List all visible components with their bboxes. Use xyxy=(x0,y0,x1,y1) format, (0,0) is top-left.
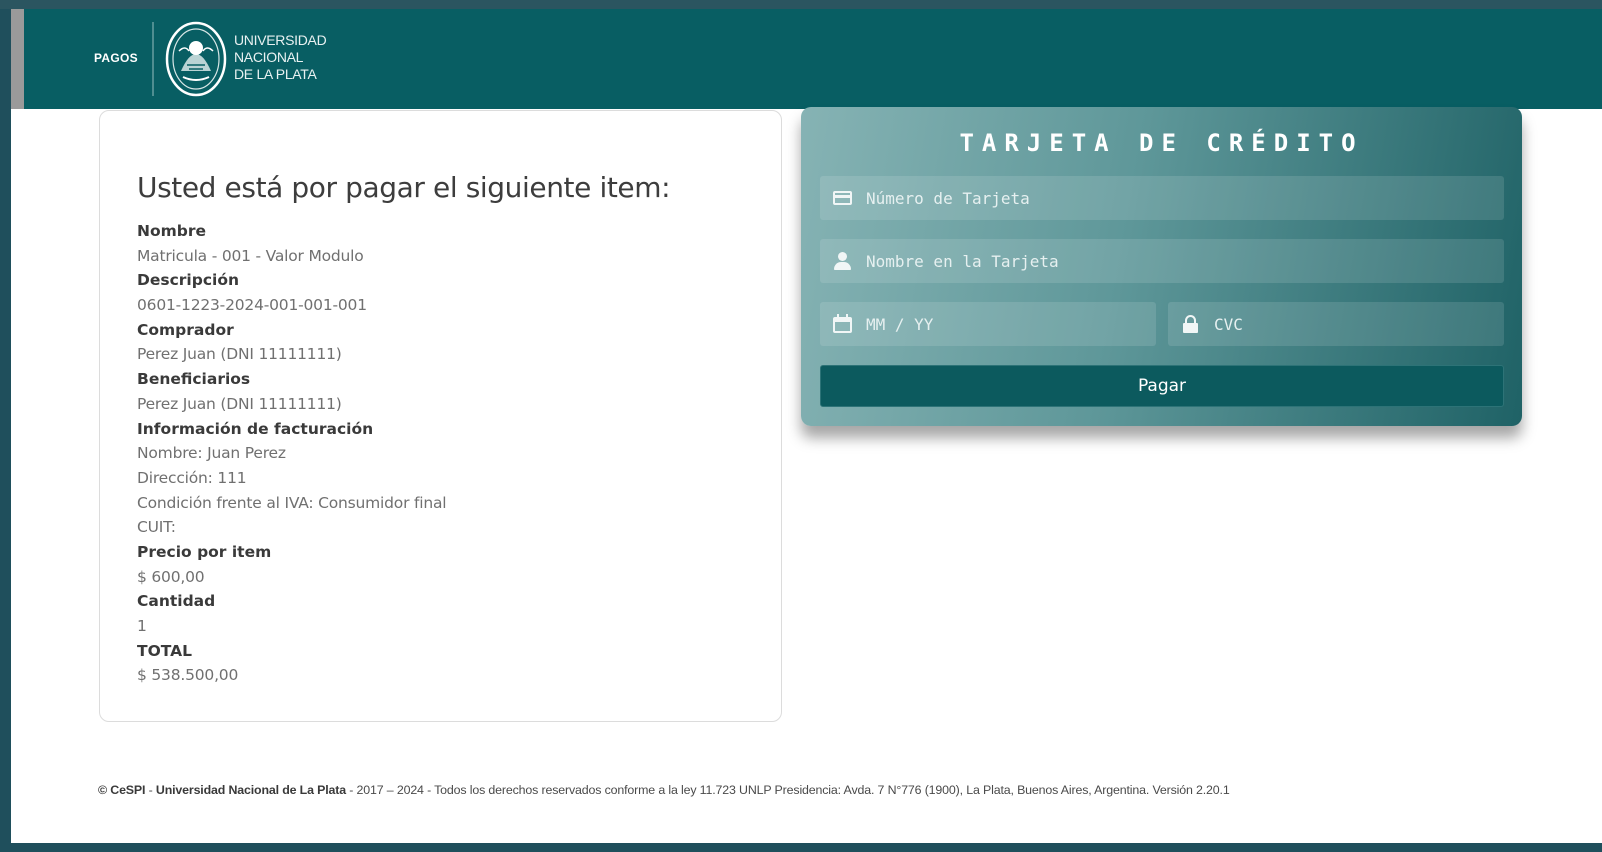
footer-separator: - xyxy=(145,783,156,797)
beneficiarios-value: Perez Juan (DNI 11111111) xyxy=(137,394,342,413)
descripcion-label: Descripción xyxy=(137,271,240,290)
university-seal-logo[interactable] xyxy=(165,21,227,97)
credit-card-form: TARJETA DE CRÉDITO Pagar xyxy=(801,107,1522,426)
facturacion-cuit: CUIT: xyxy=(137,518,176,537)
window-frame-top xyxy=(0,0,1602,9)
calendar-icon xyxy=(832,314,854,334)
facturacion-direccion: Dirección: 111 xyxy=(137,468,247,487)
university-name: UNIVERSIDAD NACIONAL DE LA PLATA xyxy=(234,32,327,83)
pay-button[interactable]: Pagar xyxy=(820,365,1504,407)
footer-copyright: © CeSPI xyxy=(98,783,146,797)
total-label: TOTAL xyxy=(137,641,192,660)
card-number-input[interactable] xyxy=(866,176,1504,220)
beneficiarios-label: Beneficiarios xyxy=(137,370,251,389)
total-value: $ 538.500,00 xyxy=(137,666,239,685)
card-name-input[interactable] xyxy=(866,239,1504,283)
item-summary-card: Usted está por pagar el siguiente item: … xyxy=(99,110,782,722)
card-cvc-input[interactable] xyxy=(1214,302,1504,346)
footer: © CeSPI - Universidad Nacional de La Pla… xyxy=(98,783,1598,797)
card-number-field[interactable] xyxy=(820,176,1504,220)
brand-divider xyxy=(152,22,154,96)
card-expiry-input[interactable] xyxy=(866,302,1156,346)
page-edge xyxy=(11,9,24,109)
comprador-value: Perez Juan (DNI 11111111) xyxy=(137,345,342,364)
cantidad-label: Cantidad xyxy=(137,592,216,611)
page: PAGOS UNIVERSIDAD NACIONAL DE LA PLATA U… xyxy=(11,9,1602,843)
university-name-line1: UNIVERSIDAD xyxy=(234,32,327,48)
precio-label: Precio por item xyxy=(137,542,272,561)
comprador-label: Comprador xyxy=(137,320,234,339)
facturacion-label: Información de facturación xyxy=(137,419,374,438)
nombre-value: Matricula - 001 - Valor Modulo xyxy=(137,246,364,265)
card-cvc-field[interactable] xyxy=(1168,302,1504,346)
item-details: Nombre Matricula - 001 - Valor Modulo De… xyxy=(137,219,757,688)
card-name-field[interactable] xyxy=(820,239,1504,283)
cantidad-value: 1 xyxy=(137,617,147,635)
item-summary-heading: Usted está por pagar el siguiente item: xyxy=(137,171,671,204)
nombre-label: Nombre xyxy=(137,222,207,240)
credit-card-icon xyxy=(832,188,854,208)
card-expiry-field[interactable] xyxy=(820,302,1156,346)
user-icon xyxy=(832,251,854,271)
lock-icon xyxy=(1180,314,1202,334)
footer-org-link[interactable]: Universidad Nacional de La Plata xyxy=(156,783,346,797)
descripcion-value: 0601-1223-2024-001-001-001 xyxy=(137,296,367,315)
window-frame-bottom xyxy=(0,843,1602,852)
precio-value: $ 600,00 xyxy=(137,567,205,586)
app-label[interactable]: PAGOS xyxy=(94,51,138,65)
top-header: PAGOS UNIVERSIDAD NACIONAL DE LA PLATA xyxy=(24,9,1602,109)
footer-legal-text: - 2017 – 2024 - Todos los derechos reser… xyxy=(345,783,1230,797)
facturacion-iva: Condición frente al IVA: Consumidor fina… xyxy=(137,493,447,512)
facturacion-nombre: Nombre: Juan Perez xyxy=(137,444,286,463)
credit-card-title: TARJETA DE CRÉDITO xyxy=(959,129,1364,157)
university-name-line3: DE LA PLATA xyxy=(234,66,317,82)
university-name-line2: NACIONAL xyxy=(234,49,304,65)
